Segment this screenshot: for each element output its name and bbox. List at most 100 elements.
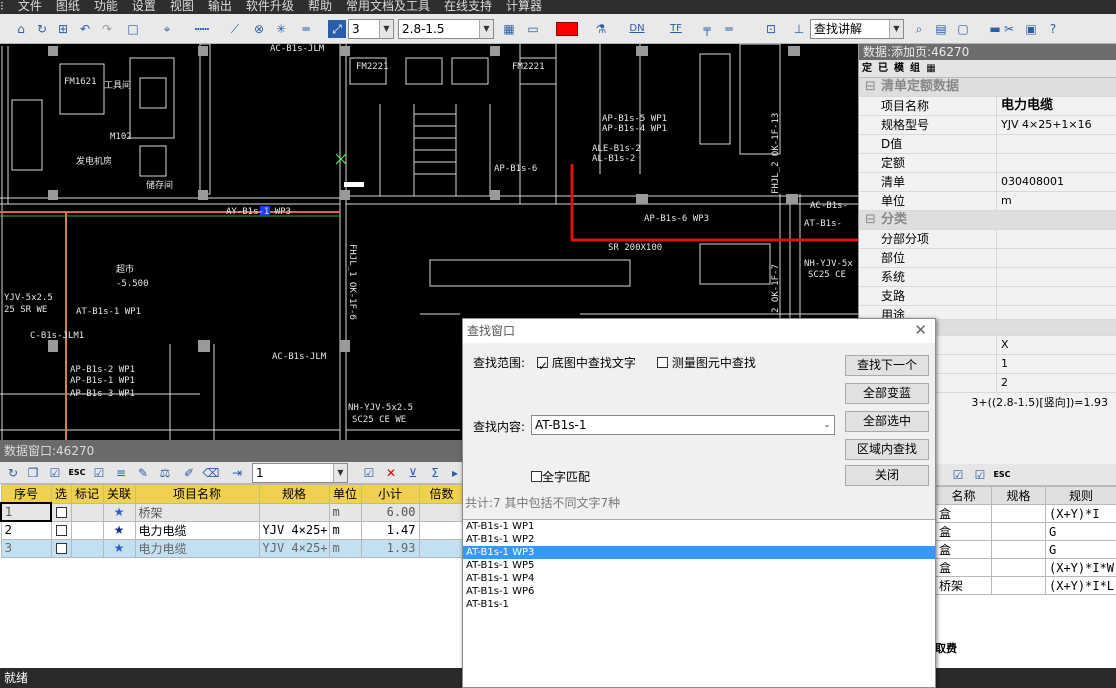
delete-icon[interactable]: ✕	[382, 464, 400, 482]
text-style-icon[interactable]: ▭	[522, 20, 544, 38]
cell-spec[interactable]: YJV 4×25+1	[258, 538, 330, 558]
rules-row[interactable]: 盒 (X+Y)*I*W	[935, 558, 1116, 577]
find-next-button[interactable]: 查找下一个	[845, 355, 929, 376]
tools-icon[interactable]: ✂	[1000, 20, 1018, 38]
list-item[interactable]: AT-B1s-1	[463, 598, 935, 611]
row-checkbox[interactable]	[55, 507, 67, 518]
draw-line-icon[interactable]: ⟋	[226, 20, 244, 38]
prop-value[interactable]: 030408001	[997, 173, 1116, 191]
tf-icon[interactable]: TF	[666, 20, 686, 38]
cell-subtotal[interactable]: 1.93	[360, 538, 420, 558]
zoom-fit-icon[interactable]: ⊞	[54, 20, 72, 38]
rule-name[interactable]: 盒	[935, 522, 992, 541]
cell-subtotal[interactable]: 1.47	[360, 520, 420, 540]
measure-icon[interactable]: ⊡	[762, 20, 780, 38]
rules-row[interactable]: 盒G	[935, 522, 1116, 541]
check-icon[interactable]: ☑	[46, 464, 64, 482]
rules-row[interactable]: 桥架 (X+Y)*I*L	[935, 576, 1116, 595]
dn-icon[interactable]: DN	[626, 20, 648, 38]
menu-upgrade[interactable]: 软件升级	[246, 0, 294, 13]
close-button[interactable]: 关闭	[845, 465, 929, 486]
tab-template[interactable]: 模	[891, 60, 907, 78]
col-rule[interactable]: 规则	[1045, 486, 1116, 505]
list-item[interactable]: AT-B1s-1 WP6	[463, 585, 935, 598]
menu-online-support[interactable]: 在线支持	[444, 0, 492, 13]
rule-name[interactable]: 盒	[935, 504, 992, 523]
menu-docs-tools[interactable]: 常用文档及工具	[346, 0, 430, 13]
col-spec[interactable]: 规格	[258, 484, 330, 504]
option-search-measure[interactable]: 测量图元中查找	[657, 355, 756, 371]
cell-mark[interactable]	[70, 502, 104, 522]
prop-value[interactable]: m	[997, 192, 1116, 210]
fee-label[interactable]: 取费	[935, 640, 957, 656]
collapse-icon[interactable]: ⊟	[865, 211, 881, 229]
prop-row[interactable]: 部位	[859, 249, 1116, 268]
checklist-icon[interactable]: ☑	[90, 464, 108, 482]
cell-mark[interactable]	[70, 538, 104, 558]
edit-icon[interactable]: ✎	[134, 464, 152, 482]
redo-icon[interactable]: ↷	[98, 20, 116, 38]
refresh-icon[interactable]: ↻	[4, 464, 22, 482]
check-icon[interactable]: ☑	[360, 464, 378, 482]
crosshair-icon[interactable]: ⌖	[158, 20, 176, 38]
results-list[interactable]: AT-B1s-1 WP1 AT-B1s-1 WP2 AT-B1s-1 WP3 A…	[463, 519, 935, 687]
prop-value[interactable]	[997, 154, 1116, 172]
cell-no[interactable]: 1	[0, 502, 52, 522]
row-checkbox[interactable]	[55, 543, 67, 554]
snap-icon[interactable]: ⊗	[250, 20, 268, 38]
col-no[interactable]: 序号	[0, 484, 52, 504]
sum-icon[interactable]: Σ	[426, 464, 444, 482]
star-icon[interactable]: ★	[114, 505, 125, 519]
rule-spec[interactable]	[991, 504, 1046, 523]
select-all-button[interactable]: 全部选中	[845, 411, 929, 432]
cell-select[interactable]	[50, 502, 72, 522]
rule-formula[interactable]: (X+Y)*I*L	[1045, 576, 1116, 595]
rule-spec[interactable]	[991, 540, 1046, 559]
menu-output[interactable]: 输出	[208, 0, 232, 13]
prop-value[interactable]	[997, 268, 1116, 286]
menu-file[interactable]: 文件	[18, 0, 42, 13]
layer-manager-icon[interactable]: ▦	[500, 20, 518, 38]
layer-combo[interactable]: 3 ▼	[348, 19, 394, 39]
measure-icon[interactable]: ⚖	[156, 464, 174, 482]
whole-word-checkbox[interactable]	[531, 471, 542, 482]
pen-icon[interactable]: ✐	[180, 464, 198, 482]
home-icon[interactable]: ⌂	[12, 20, 30, 38]
list-item[interactable]: AT-B1s-1 WP5	[463, 559, 935, 572]
cell-multiple[interactable]	[418, 538, 465, 558]
all-blue-button[interactable]: 全部变蓝	[845, 383, 929, 404]
line-weight-icon[interactable]: ═	[294, 20, 318, 38]
chevron-down-icon[interactable]: ▼	[379, 20, 393, 38]
rule-formula[interactable]: G	[1045, 540, 1116, 559]
prop-row[interactable]: 单位 m	[859, 192, 1116, 211]
col-unit[interactable]: 单位	[328, 484, 362, 504]
cell-select[interactable]	[50, 520, 72, 540]
cell-unit[interactable]: m	[328, 538, 362, 558]
cell-spec[interactable]	[258, 502, 330, 522]
cell-spec[interactable]: YJV 4×25+1	[258, 520, 330, 540]
cell-unit[interactable]: m	[328, 520, 362, 540]
prop-value[interactable]: 电力电缆	[997, 97, 1116, 115]
cell-name[interactable]: 电力电缆	[134, 520, 260, 540]
col-name[interactable]: 项目名称	[134, 484, 260, 504]
esc-icon[interactable]: ESC	[68, 464, 86, 482]
chevron-down-icon[interactable]: ⌄	[820, 416, 834, 434]
table-icon[interactable]: ▦	[923, 60, 939, 78]
col-mark[interactable]: 标记	[70, 484, 104, 504]
rule-spec[interactable]	[991, 522, 1046, 541]
cell-multiple[interactable]	[418, 502, 465, 522]
filter-icon[interactable]: ⊻	[404, 464, 422, 482]
chevron-down-icon[interactable]: ▼	[889, 20, 903, 38]
tab-existing[interactable]: 已	[875, 60, 891, 78]
chevron-down-icon[interactable]: ▼	[479, 20, 493, 38]
col-multiple[interactable]: 倍数	[418, 484, 465, 504]
find-icon[interactable]: ⌕	[910, 20, 928, 38]
col-select[interactable]: 选	[50, 484, 72, 504]
col-link[interactable]: 关联	[102, 484, 136, 504]
color-swatch[interactable]	[556, 22, 578, 36]
rule-name[interactable]: 盒	[935, 540, 992, 559]
rule-formula[interactable]: G	[1045, 522, 1116, 541]
option-search-measure-checkbox[interactable]	[657, 357, 668, 368]
prop-value[interactable]	[997, 306, 1116, 319]
prop-value[interactable]	[997, 249, 1116, 267]
